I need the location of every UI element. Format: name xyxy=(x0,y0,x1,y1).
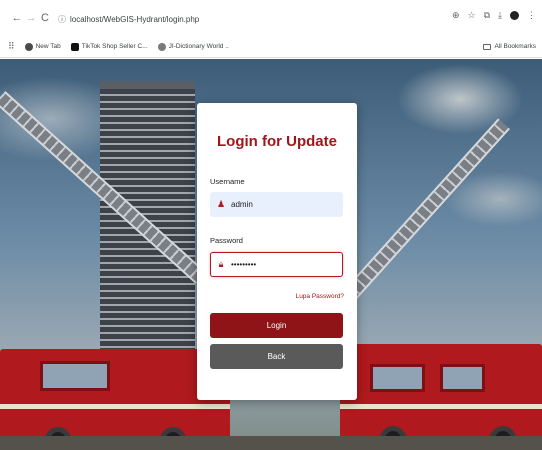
password-input[interactable] xyxy=(231,260,331,269)
bookmark-favicon-icon xyxy=(24,42,33,51)
all-bookmarks[interactable]: All Bookmarks xyxy=(483,43,536,50)
truck-stripe xyxy=(0,404,230,409)
forgot-password-link[interactable]: Lupa Password? xyxy=(296,293,344,300)
lock-icon: 🔒︎ xyxy=(218,259,224,269)
truck-window xyxy=(40,361,110,391)
profile-avatar[interactable] xyxy=(510,11,519,20)
bookmark-new-tab[interactable]: New Tab xyxy=(24,42,61,51)
bookmark-ji-dictionary[interactable]: JI-Dictionary World .. xyxy=(157,42,229,51)
apps-grid-icon[interactable]: ⠿ xyxy=(8,41,15,52)
reload-icon[interactable]: C xyxy=(36,9,54,27)
ground xyxy=(0,436,542,450)
password-label: Password xyxy=(210,236,243,245)
fire-truck-left xyxy=(0,349,230,450)
username-label: Username xyxy=(210,177,245,186)
download-icon[interactable]: ⤓ xyxy=(498,10,502,21)
tiktok-icon xyxy=(70,42,79,51)
truck-stripe xyxy=(340,404,542,409)
bookmark-tiktok-shop[interactable]: TikTok Shop Seller C... xyxy=(70,42,148,51)
all-bookmarks-label: All Bookmarks xyxy=(494,43,536,50)
login-card: Login for Update Username ♟ Password 🔒︎ … xyxy=(197,103,357,400)
username-field[interactable]: ♟ xyxy=(210,192,343,217)
address-bar[interactable]: ⓘ localhost/WebGIS-Hydrant/login.php xyxy=(58,10,458,28)
site-info-icon[interactable]: ⓘ xyxy=(58,14,66,25)
bookmark-label: New Tab xyxy=(35,43,61,50)
username-input[interactable] xyxy=(231,200,331,209)
bookmark-label: JI-Dictionary World .. xyxy=(168,43,229,50)
address-bar-url: localhost/WebGIS-Hydrant/login.php xyxy=(70,14,200,24)
bookmark-label: TikTok Shop Seller C... xyxy=(81,43,148,50)
login-button[interactable]: Login xyxy=(210,313,343,338)
password-field[interactable]: 🔒︎ xyxy=(210,252,343,277)
login-title: Login for Update xyxy=(217,133,337,150)
back-button[interactable]: Back xyxy=(210,344,343,369)
toolbar-right-icons: ⊕ ☆ ⧉ ⤓ ⋮ xyxy=(452,10,536,21)
browser-toolbar: ← → C ⓘ localhost/WebGIS-Hydrant/login.p… xyxy=(0,0,542,36)
translate-icon[interactable]: ⊕ xyxy=(452,10,460,21)
user-icon: ♟ xyxy=(217,199,226,209)
truck-window xyxy=(370,364,425,392)
truck-window xyxy=(440,364,485,392)
bookmarks-bar: ⠿ New Tab TikTok Shop Seller C... JI-Dic… xyxy=(0,36,542,58)
menu-dots-icon[interactable]: ⋮ xyxy=(527,10,536,21)
folder-icon xyxy=(483,43,492,50)
fire-truck-right xyxy=(340,344,542,450)
dictionary-icon xyxy=(157,42,166,51)
bookmark-star-icon[interactable]: ☆ xyxy=(468,10,476,21)
tab-search-icon[interactable]: ⧉ xyxy=(484,10,490,21)
